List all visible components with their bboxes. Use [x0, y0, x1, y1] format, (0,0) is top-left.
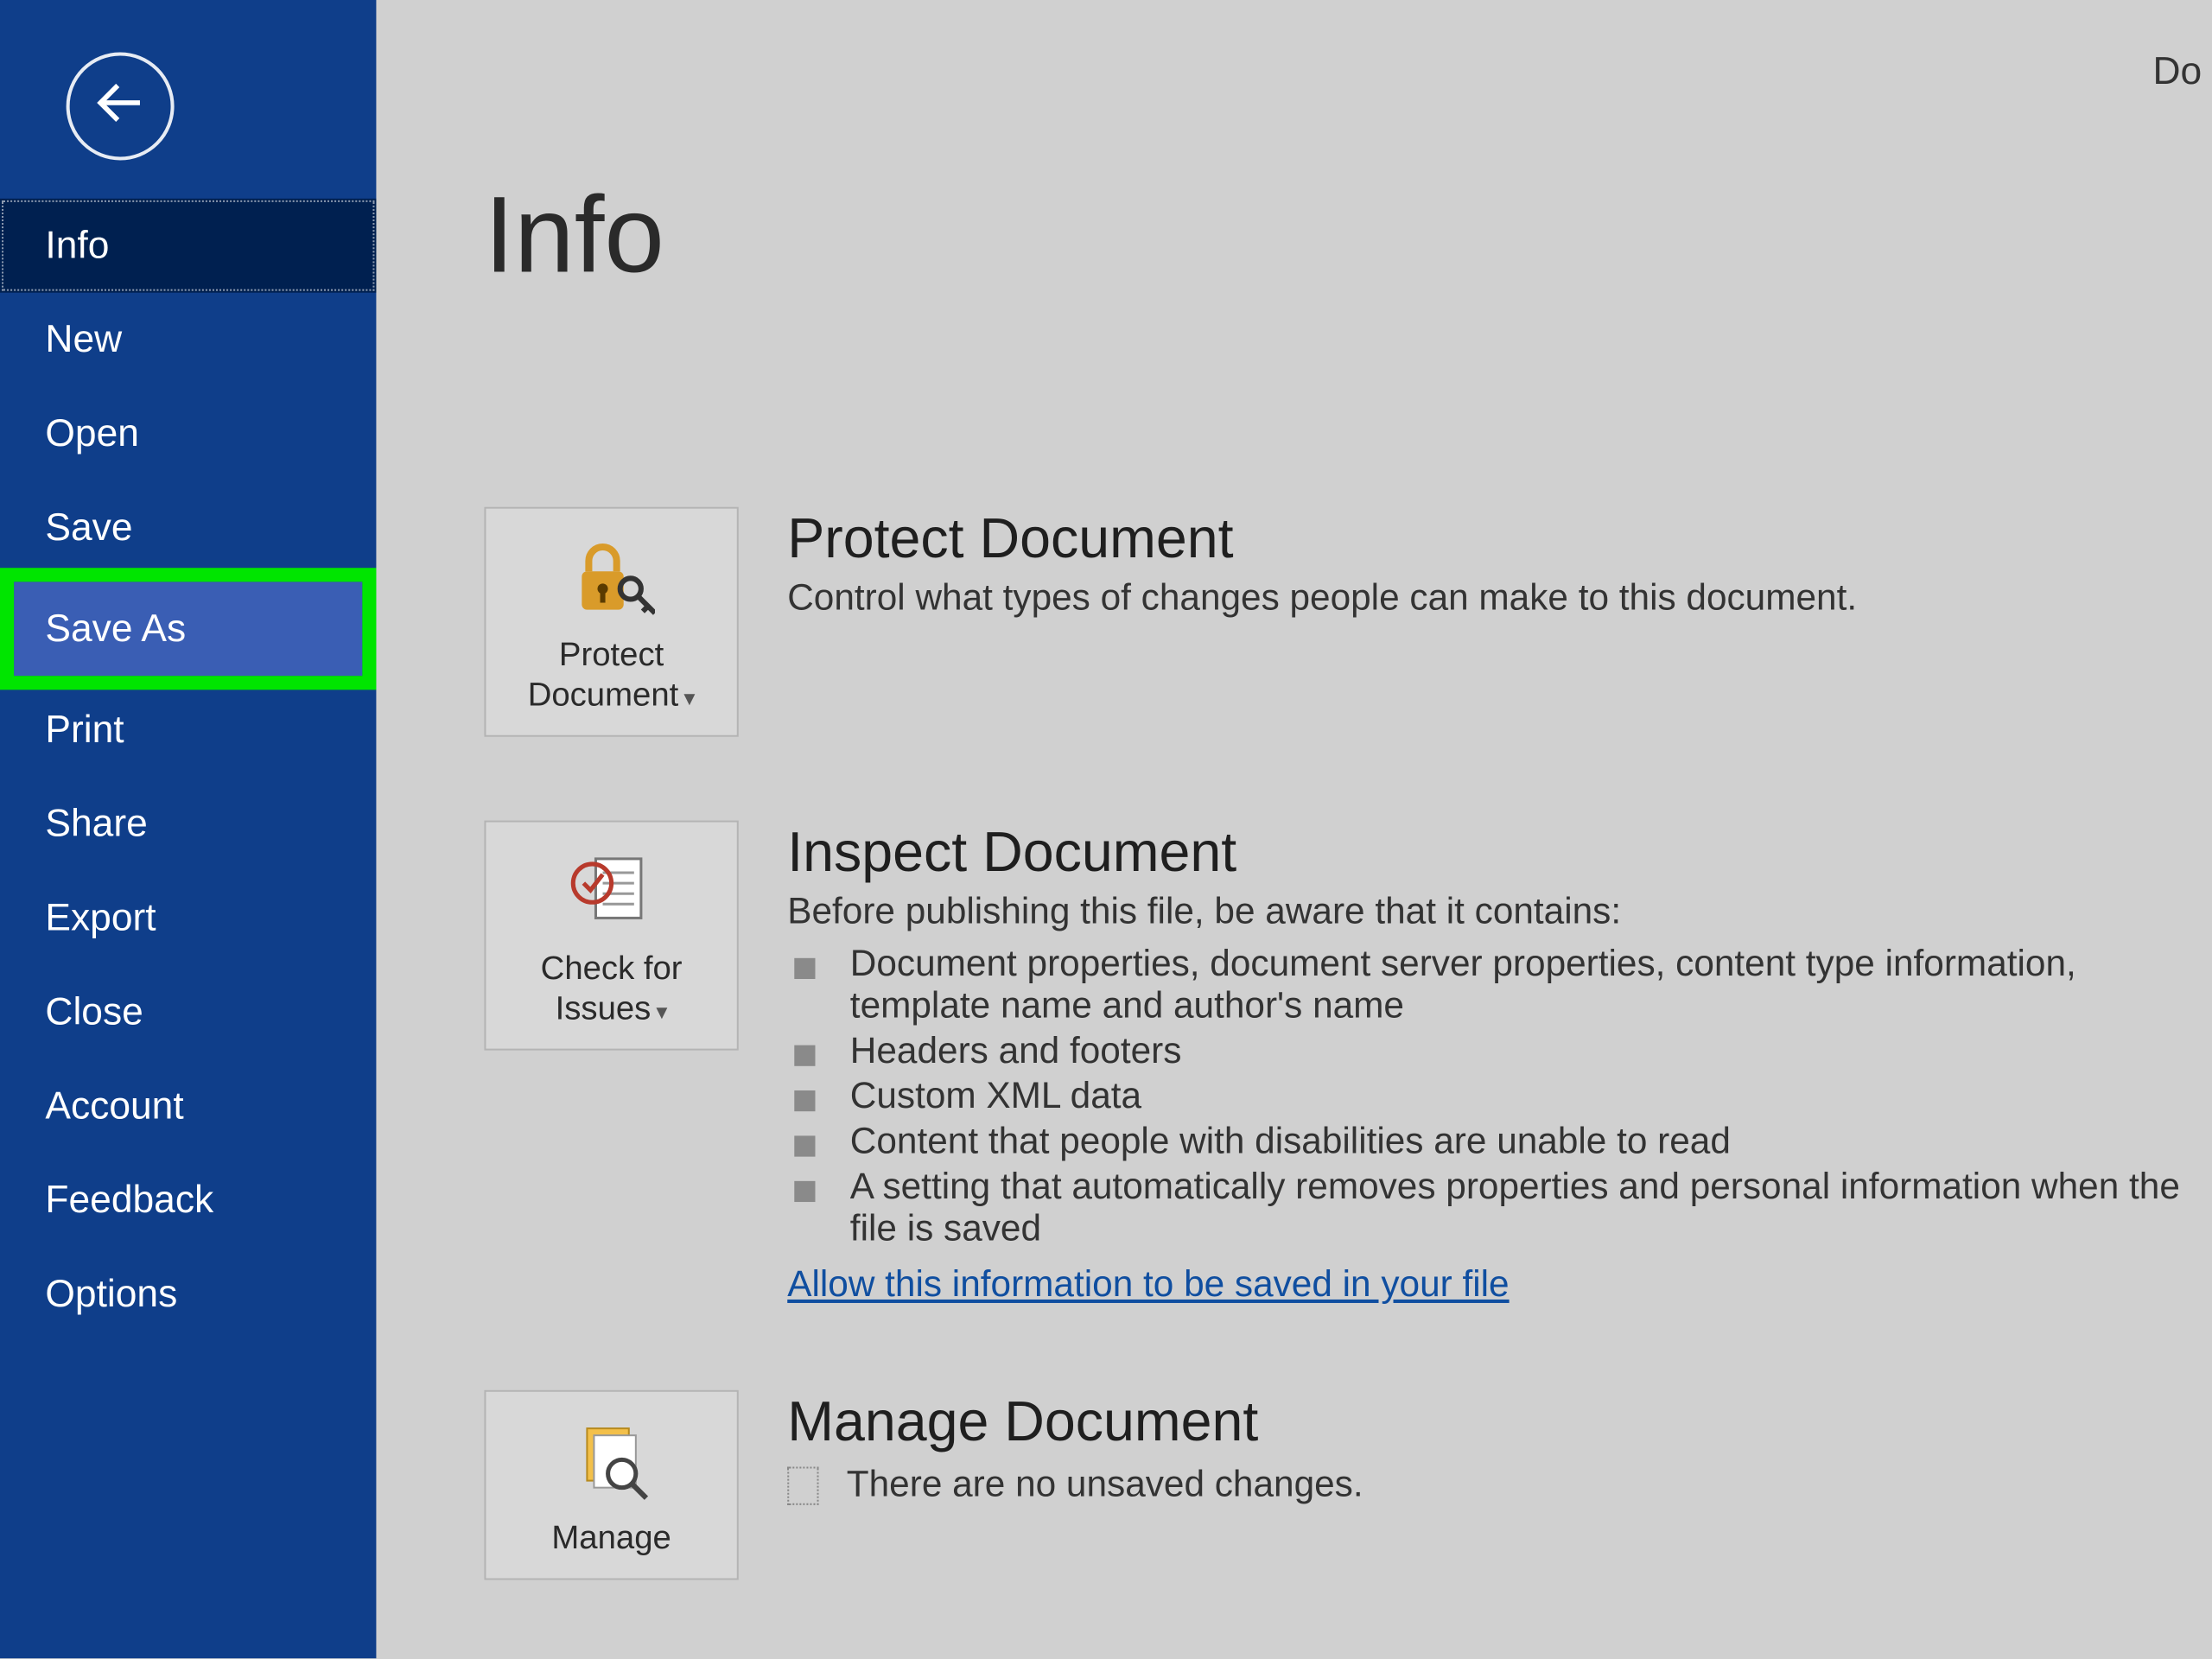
check-for-issues-button[interactable]: Check for Issues▾: [484, 821, 738, 1051]
chevron-down-icon: ▾: [683, 684, 695, 710]
manage-heading: Manage Document: [787, 1390, 1363, 1455]
nav-item-info[interactable]: Info: [0, 199, 376, 293]
square-bullet-icon: [794, 1046, 815, 1066]
section-manage-document: Manage Manage Document There are no unsa…: [484, 1390, 2212, 1580]
issue-text: Custom XML data: [850, 1077, 1141, 1118]
nav-item-open[interactable]: Open: [0, 387, 376, 481]
issue-text: A setting that automatically removes pro…: [850, 1167, 2181, 1251]
inspect-lead: Before publishing this file, be aware th…: [787, 892, 2181, 933]
inspect-issues-list: Document properties, document server pro…: [787, 944, 2181, 1251]
nav-item-save-as[interactable]: Save As: [14, 582, 362, 676]
square-bullet-icon: [794, 1135, 815, 1156]
nav-item-new[interactable]: New: [0, 293, 376, 387]
main-content: Do Info Protect Document▾ Protect Docum: [376, 0, 2212, 1658]
tile-label: Protect Document▾: [497, 638, 727, 717]
square-bullet-icon: [794, 958, 815, 979]
lock-key-icon: [568, 530, 655, 631]
protect-description: Control what types of changes people can…: [787, 578, 1857, 620]
titlebar-fragment: Do: [2153, 48, 2202, 93]
manage-status: There are no unsaved changes.: [847, 1465, 1363, 1506]
nav-item-export[interactable]: Export: [0, 871, 376, 965]
issue-item: Content that people with disabilities ar…: [787, 1122, 2181, 1163]
arrow-left-icon: [91, 73, 150, 141]
tile-label: Manage: [551, 1521, 671, 1560]
document-outline-icon: [787, 1466, 818, 1504]
issue-text: Headers and footers: [850, 1031, 1182, 1072]
issue-item: Custom XML data: [787, 1077, 2181, 1118]
square-bullet-icon: [794, 1181, 815, 1202]
issue-text: Document properties, document server pro…: [850, 944, 2181, 1028]
nav-item-print[interactable]: Print: [0, 683, 376, 777]
issue-text: Content that people with disabilities ar…: [850, 1122, 1731, 1163]
chevron-down-icon: ▾: [656, 998, 667, 1024]
issue-item: Document properties, document server pro…: [787, 944, 2181, 1028]
protect-heading: Protect Document: [787, 507, 1857, 572]
nav-item-options[interactable]: Options: [0, 1247, 376, 1341]
document-stack-search-icon: [566, 1413, 657, 1514]
nav-item-account[interactable]: Account: [0, 1059, 376, 1154]
square-bullet-icon: [794, 1090, 815, 1111]
manage-document-button[interactable]: Manage: [484, 1390, 738, 1580]
back-button[interactable]: [67, 52, 175, 160]
nav-item-close[interactable]: Close: [0, 965, 376, 1059]
inspect-heading: Inspect Document: [787, 821, 2181, 886]
nav-item-save[interactable]: Save: [0, 480, 376, 575]
nav-item-share[interactable]: Share: [0, 777, 376, 871]
allow-save-link[interactable]: Allow this information to be saved in yo…: [787, 1265, 1509, 1306]
document-inspect-icon: [564, 843, 658, 944]
nav-footer-list: AccountFeedbackOptions: [0, 1059, 376, 1342]
backstage-sidebar: InfoNewOpenSaveSave AsPrintShareExportCl…: [0, 0, 376, 1658]
protect-document-button[interactable]: Protect Document▾: [484, 507, 738, 737]
issue-item: Headers and footers: [787, 1031, 2181, 1072]
page-title: Info: [484, 175, 2212, 298]
issue-item: A setting that automatically removes pro…: [787, 1167, 2181, 1251]
section-inspect-document: Check for Issues▾ Inspect Document Befor…: [484, 821, 2212, 1306]
tile-label: Check for Issues▾: [497, 951, 727, 1031]
nav-item-feedback[interactable]: Feedback: [0, 1154, 376, 1248]
section-protect-document: Protect Document▾ Protect Document Contr…: [484, 507, 2212, 737]
nav-list: InfoNewOpenSaveSave AsPrintShareExportCl…: [0, 199, 376, 1059]
